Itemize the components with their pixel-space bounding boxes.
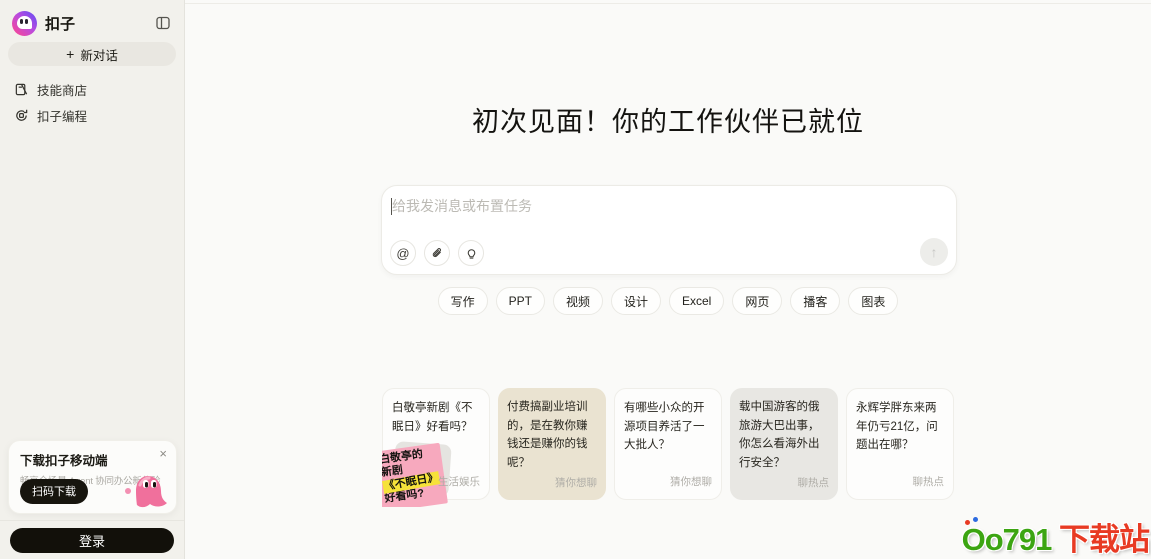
blue-dot-icon xyxy=(972,517,978,522)
suggestion-card[interactable]: 载中国游客的俄旅游大巴出事，你怎么看海外出行安全？ 聊热点 xyxy=(730,388,838,500)
new-chat-button[interactable]: + 新对话 xyxy=(8,42,176,66)
new-chat-label: 新对话 xyxy=(80,48,118,63)
sidebar-nav: 技能商店 扣子编程 xyxy=(8,76,176,128)
card-tag: 聊热点 xyxy=(797,477,830,489)
at-icon: @ xyxy=(396,245,410,261)
scan-download-button[interactable]: 扫码下载 xyxy=(20,479,88,504)
suggestion-cards: 白敬亭新剧《不眠日》好看吗？ 白敬亭的 新剧 《不眠日》 好看吗? 生活娱乐 付… xyxy=(382,388,956,507)
sidebar-item-label: 扣子编程 xyxy=(37,109,88,124)
plus-icon: + xyxy=(66,46,75,62)
app-title: 扣子 xyxy=(45,15,76,33)
main-content: 初次见面！你的工作伙伴已就位 @ xyxy=(185,0,1151,559)
suggestion-card[interactable]: 白敬亭新剧《不眠日》好看吗？ 白敬亭的 新剧 《不眠日》 好看吗? 生活娱乐 xyxy=(382,388,490,507)
pink-ghost-mascot xyxy=(125,476,167,508)
sidebar-divider xyxy=(0,520,184,521)
red-dot-icon xyxy=(964,520,970,525)
category-chips: 写作 PPT 视频 设计 Excel 网页 播客 图表 xyxy=(185,287,1151,315)
card-tag: 猜你想聊 xyxy=(670,476,712,488)
store-icon xyxy=(15,83,28,95)
suggestion-card[interactable]: 有哪些小众的开源项目养活了一大批人？ 猜你想聊 xyxy=(614,388,722,500)
coze-logo-icon xyxy=(12,10,37,36)
download-app-card: 下载扣子移动端 × 畅享全场景 Agent 协同办公新体验 扫码下载 xyxy=(8,440,177,514)
ideas-button[interactable] xyxy=(458,240,484,266)
sidebar-item-coze-coding[interactable]: 扣子编程 xyxy=(8,102,176,128)
suggestion-card[interactable]: 永辉学胖东来两年仍亏21亿，问题出在哪？ 聊热点 xyxy=(846,388,954,500)
chip-design[interactable]: 设计 xyxy=(610,287,661,315)
sidebar-item-label: 技能商店 xyxy=(37,83,88,98)
arrow-up-icon: ↑ xyxy=(930,244,938,260)
mention-button[interactable]: @ xyxy=(390,240,416,266)
chip-writing[interactable]: 写作 xyxy=(437,287,488,315)
card-text: 白敬亭新剧《不眠日》好看吗？ xyxy=(392,402,473,433)
card-text: 永辉学胖东来两年仍亏21亿，问题出在哪？ xyxy=(856,402,938,452)
card-text: 付费搞副业培训的，是在教你赚钱还是赚你的钱呢？ xyxy=(507,401,588,469)
composer-tools: @ xyxy=(390,240,484,266)
card-tag: 聊热点 xyxy=(912,476,945,488)
ghost-face-icon xyxy=(17,15,32,29)
close-icon[interactable]: × xyxy=(159,447,167,460)
card-tag: 生活娱乐 xyxy=(438,476,480,488)
sidebar: 扣子 + 新对话 技能商店 扣子编程 下载扣子移动端 × 畅享全场景 Agent… xyxy=(0,0,185,559)
watermark-red-text: 下载站 xyxy=(1059,522,1150,557)
paperclip-icon xyxy=(432,247,441,257)
login-button[interactable]: 登录 xyxy=(10,528,174,553)
top-divider xyxy=(185,3,1151,4)
chip-chart[interactable]: 图表 xyxy=(848,287,899,315)
site-watermark: Oo791 下载站 xyxy=(962,514,1150,559)
lightbulb-icon xyxy=(467,248,475,259)
page-title: 初次见面！你的工作伙伴已就位 xyxy=(472,107,864,137)
send-button[interactable]: ↑ xyxy=(920,238,948,266)
card-text: 有哪些小众的开源项目养活了一大批人？ xyxy=(624,402,705,452)
message-input[interactable] xyxy=(392,196,946,232)
chip-podcast[interactable]: 播客 xyxy=(790,287,841,315)
attach-button[interactable] xyxy=(424,240,450,266)
chip-excel[interactable]: Excel xyxy=(669,287,725,315)
card-tag: 猜你想聊 xyxy=(555,477,597,489)
card-thumbnail: 白敬亭的 新剧 《不眠日》 好看吗? xyxy=(382,437,458,507)
logo-row: 扣子 xyxy=(12,10,174,36)
card-text: 载中国游客的俄旅游大巴出事，你怎么看海外出行安全？ xyxy=(739,401,820,469)
suggestion-card[interactable]: 付费搞副业培训的，是在教你赚钱还是赚你的钱呢？ 猜你想聊 xyxy=(498,388,606,500)
chip-ppt[interactable]: PPT xyxy=(495,287,545,315)
watermark-green-text: Oo791 xyxy=(962,517,1059,557)
code-loop-icon xyxy=(16,109,28,121)
app-window: 扣子 + 新对话 技能商店 扣子编程 下载扣子移动端 × 畅享全场景 Agent… xyxy=(0,0,1151,559)
chip-webpage[interactable]: 网页 xyxy=(732,287,783,315)
sidebar-collapse-icon[interactable] xyxy=(152,12,174,34)
chip-video[interactable]: 视频 xyxy=(552,287,603,315)
sidebar-item-skill-store[interactable]: 技能商店 xyxy=(8,76,176,102)
message-composer: @ ↑ xyxy=(381,185,957,275)
